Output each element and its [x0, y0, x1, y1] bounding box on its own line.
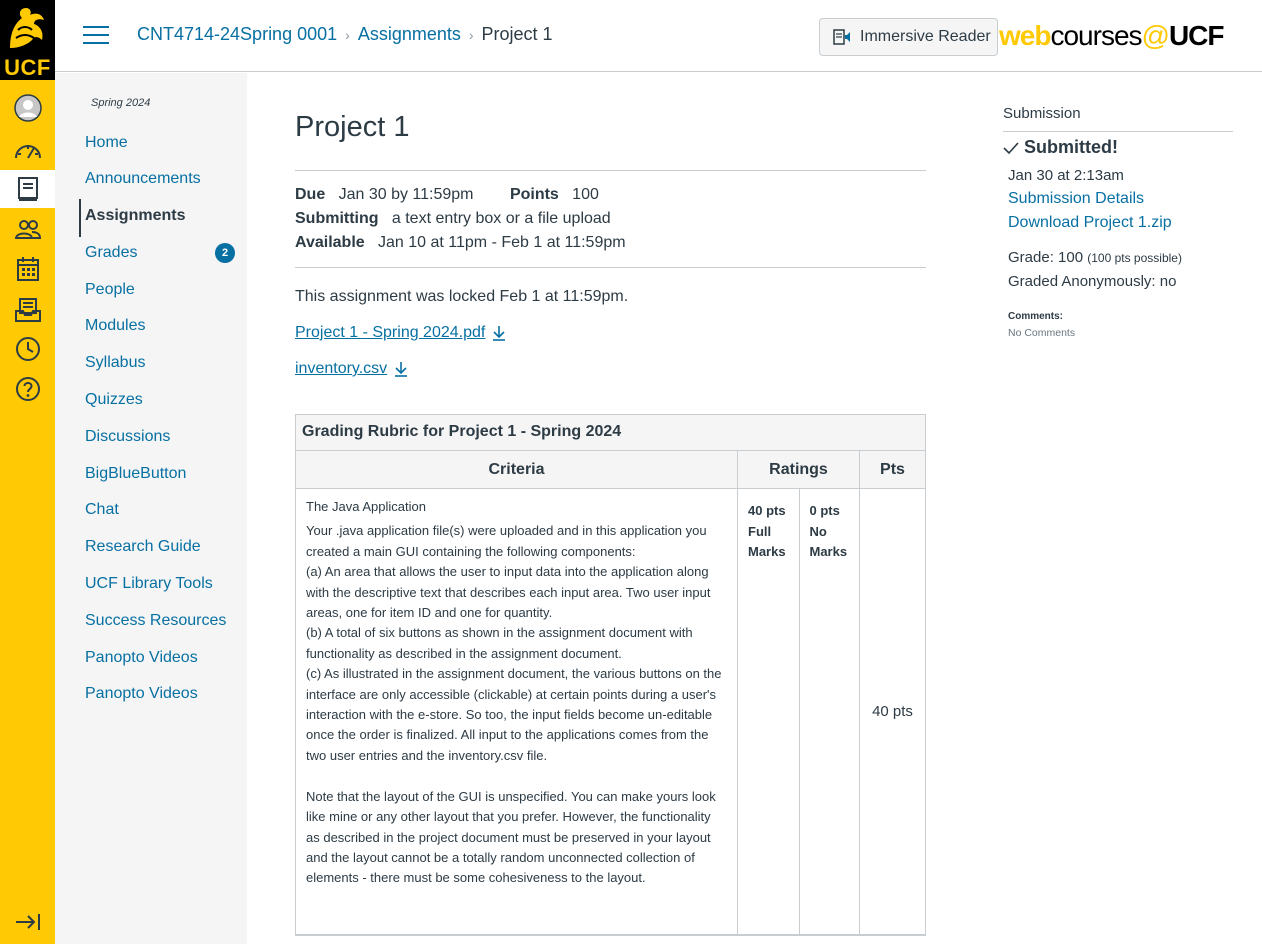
file-link-project-pdf[interactable]: Project 1 - Spring 2024.pdf — [295, 324, 507, 342]
grade-value: Grade: 100 — [1008, 249, 1084, 266]
submitting-label: Submitting — [295, 210, 379, 227]
rating-pts: 40 pts — [748, 503, 786, 518]
course-nav-home[interactable]: Home — [85, 134, 128, 152]
course-term: Spring 2024 — [91, 97, 151, 109]
ucf-logo-text: UCF — [4, 55, 51, 80]
submission-heading: Submission — [1003, 105, 1081, 122]
course-nav-success-resources[interactable]: Success Resources — [85, 612, 226, 630]
immersive-reader-label: Immersive Reader — [860, 28, 991, 45]
due-value: Jan 30 by 11:59pm — [338, 186, 474, 203]
rubric-criterion: The Java Application Your .java applicat… — [296, 489, 738, 934]
submitting-value: a text entry box or a file upload — [391, 210, 611, 227]
rubric-header-row: Criteria Ratings Pts — [296, 451, 925, 489]
global-nav: UCF — [0, 0, 55, 944]
assignment-details: Due Jan 30 by 11:59pm Points 100 Submitt… — [295, 183, 626, 255]
rubric-row-pts: 40 pts — [872, 703, 913, 720]
grade: Grade: 100 (100 pts possible) — [1008, 249, 1182, 266]
course-nav-bigbluebutton[interactable]: BigBlueButton — [85, 465, 186, 483]
history-icon[interactable] — [0, 330, 55, 368]
divider — [295, 267, 926, 268]
rating-label: No Marks — [809, 523, 848, 560]
rating-full-marks: 40 pts Full Marks — [738, 489, 799, 934]
ucf-logo[interactable]: UCF — [0, 0, 55, 80]
breadcrumb-course[interactable]: CNT4714-24Spring 0001 — [137, 24, 337, 45]
submission-status-text: Submitted! — [1024, 137, 1118, 157]
rubric-header-ratings: Ratings — [738, 451, 860, 488]
criterion-description: Your .java application file(s) were uplo… — [306, 523, 722, 886]
points-label: Points — [509, 186, 559, 203]
breadcrumb-separator-icon: › — [468, 26, 474, 43]
download-submission-link[interactable]: Download Project 1.zip — [1008, 214, 1172, 232]
course-nav-modules[interactable]: Modules — [85, 317, 145, 335]
courses-icon[interactable] — [0, 170, 55, 208]
course-nav-announcements[interactable]: Announcements — [85, 170, 201, 188]
breadcrumb: CNT4714-24Spring 0001 › Assignments › Pr… — [137, 24, 553, 45]
groups-icon[interactable] — [0, 210, 55, 248]
account-icon[interactable] — [0, 89, 55, 127]
rating-pts: 0 pts — [809, 503, 840, 518]
grading-rubric: Grading Rubric for Project 1 - Spring 20… — [295, 414, 926, 936]
divider — [1003, 131, 1233, 132]
submission-date: Jan 30 at 2:13am — [1008, 167, 1124, 184]
breadcrumb-assignments[interactable]: Assignments — [358, 24, 461, 45]
course-nav-syllabus[interactable]: Syllabus — [85, 354, 145, 372]
rubric-title: Grading Rubric for Project 1 - Spring 20… — [296, 415, 925, 451]
help-icon[interactable] — [0, 370, 55, 408]
collapse-nav-icon[interactable] — [12, 908, 44, 936]
comments-value: No Comments — [1008, 327, 1076, 339]
dashboard-icon[interactable] — [0, 130, 55, 168]
file-link-inventory-csv[interactable]: inventory.csv — [295, 360, 409, 378]
course-nav-people[interactable]: People — [85, 281, 135, 299]
course-nav-discussions[interactable]: Discussions — [85, 428, 170, 446]
immersive-reader-button[interactable]: Immersive Reader — [819, 18, 998, 56]
breadcrumb-separator-icon: › — [345, 26, 350, 43]
calendar-icon[interactable] — [0, 250, 55, 288]
page-header: CNT4714-24Spring 0001 › Assignments › Pr… — [55, 0, 1262, 72]
rubric-row: The Java Application Your .java applicat… — [296, 489, 925, 935]
course-nav-quizzes[interactable]: Quizzes — [85, 391, 143, 409]
course-nav: Spring 2024 Home Announcements Assignmen… — [55, 73, 247, 944]
course-nav-assignments[interactable]: Assignments — [79, 199, 185, 237]
inbox-icon[interactable] — [0, 291, 55, 329]
divider — [295, 170, 926, 171]
course-nav-research-guide[interactable]: Research Guide — [85, 538, 201, 556]
course-nav-grades[interactable]: Grades — [85, 244, 137, 262]
webcourses-logo[interactable]: webcourses@UCF — [999, 20, 1224, 52]
locked-message: This assignment was locked Feb 1 at 11:5… — [295, 288, 629, 305]
graded-anonymously: Graded Anonymously: no — [1008, 273, 1177, 290]
rating-no-marks: 0 pts No Marks — [798, 489, 860, 934]
pegasus-icon — [10, 8, 44, 48]
points-value: 100 — [572, 186, 599, 203]
course-nav-ucf-library-tools[interactable]: UCF Library Tools — [85, 575, 213, 593]
grade-possible: (100 pts possible) — [1087, 251, 1182, 265]
rating-label: Full Marks — [748, 523, 786, 560]
breadcrumb-current: Project 1 — [481, 24, 553, 44]
immersive-reader-icon — [833, 29, 850, 45]
rubric-ratings: 40 pts Full Marks 0 pts No Marks — [738, 489, 860, 934]
available-value: Jan 10 at 11pm - Feb 1 at 11:59pm — [378, 234, 626, 251]
due-label: Due — [295, 186, 326, 203]
submission-status: Submitted! — [1003, 137, 1118, 158]
grades-count-badge: 2 — [215, 243, 235, 263]
course-nav-chat[interactable]: Chat — [85, 501, 119, 519]
checkmark-icon — [1003, 141, 1019, 154]
submission-details-link[interactable]: Submission Details — [1008, 190, 1144, 208]
course-nav-panopto-videos[interactable]: Panopto Videos — [85, 649, 198, 667]
page-title: Project 1 — [295, 111, 410, 143]
rubric-header-criteria: Criteria — [296, 451, 738, 488]
hamburger-menu-icon[interactable] — [83, 26, 109, 48]
download-icon[interactable] — [491, 324, 507, 342]
criterion-title: The Java Application — [306, 499, 426, 514]
course-nav-panopto-videos-2[interactable]: Panopto Videos — [85, 685, 198, 703]
comments-label: Comments: — [1008, 311, 1064, 322]
rubric-header-pts: Pts — [880, 460, 905, 478]
download-icon[interactable] — [393, 360, 409, 378]
available-label: Available — [295, 234, 365, 251]
